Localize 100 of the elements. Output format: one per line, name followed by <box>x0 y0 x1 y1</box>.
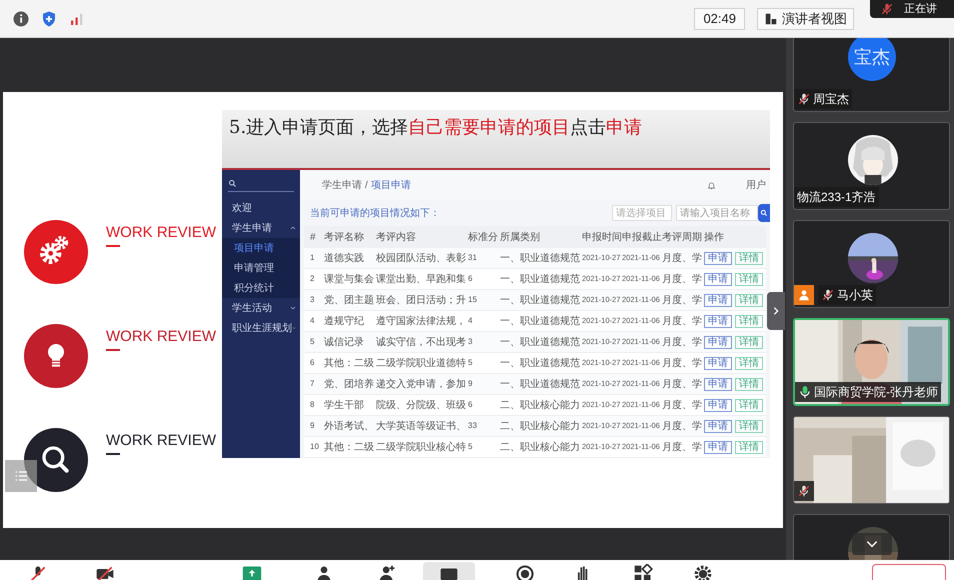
sidebar-item[interactable]: 职业生涯规划 <box>222 318 300 338</box>
table-cell-text: 道德实践 <box>324 252 365 266</box>
search-button[interactable] <box>758 204 770 222</box>
table-cell-text: 3 <box>468 336 474 348</box>
chevron-up-icon <box>290 225 296 231</box>
details-button[interactable]: 详情 <box>735 314 763 328</box>
participant-tile[interactable]: 国际商贸学院-张丹老师 <box>793 318 950 406</box>
column-header: 操作 <box>704 230 725 244</box>
participant-name: 物流233-1齐浩 <box>797 191 876 203</box>
chevron-right-icon <box>771 306 781 316</box>
table-cell-text: 校园团队活动、表彰 <box>376 252 467 266</box>
column-header: 标准分 <box>468 230 499 244</box>
table-cell-text: 院级、分院级、班级 <box>376 398 467 412</box>
apply-button[interactable]: 申请 <box>704 356 732 370</box>
search-icon <box>760 209 768 217</box>
column-header: 考评名称 <box>324 230 365 244</box>
meeting-timer: 02:49 <box>694 8 745 30</box>
apply-button[interactable]: 申请 <box>704 398 732 412</box>
table-cell-text: 月度、学 <box>662 356 703 370</box>
table-cell-text: 班会、团日活动；升 <box>376 294 467 308</box>
item-heading: WORK REVIEW <box>106 224 216 242</box>
slide-menu-button[interactable] <box>5 460 37 492</box>
presenter-view-button[interactable]: 演讲者视图 <box>757 8 854 30</box>
apply-button[interactable]: 申请 <box>704 314 732 328</box>
table-cell-text: 一、职业道德规范 <box>500 336 581 350</box>
participant-tile[interactable]: 宝杰 周宝杰 <box>793 38 950 112</box>
column-header: 申报时间 <box>582 230 622 244</box>
scroll-down-button[interactable] <box>852 533 892 555</box>
table-cell-text: 6 <box>468 273 474 285</box>
table-cell-text: 4 <box>468 315 474 327</box>
list-heading: 当前可申请的项目情况如下： <box>310 206 440 220</box>
search-icon[interactable] <box>228 179 237 188</box>
collapse-panel-handle[interactable] <box>767 292 785 330</box>
details-button[interactable]: 详情 <box>735 420 763 432</box>
apply-button[interactable]: 申请 <box>704 440 732 454</box>
table-cell-text: 月度、学 <box>662 398 703 412</box>
muted-mic-icon[interactable] <box>28 564 48 580</box>
table-cell-text: 月度、学 <box>662 440 703 454</box>
column-header: 申报截止 <box>622 230 662 244</box>
table-cell-text: 课堂与集会 <box>324 272 375 286</box>
participant-tile[interactable]: 物流233-1齐浩 <box>793 122 950 210</box>
breadcrumb-link[interactable]: 学生申请 <box>322 178 362 192</box>
details-button[interactable]: 详情 <box>735 294 763 306</box>
details-button[interactable]: 详情 <box>735 272 763 286</box>
sidebar-item[interactable]: 学生活动 <box>222 298 300 318</box>
details-button[interactable]: 详情 <box>735 440 763 454</box>
info-icon[interactable] <box>12 10 30 28</box>
table-cell-text: 诚信记录 <box>324 336 365 350</box>
table-cell-text: 月度、学 <box>662 314 703 328</box>
table-cell-text: 月度、学 <box>662 272 703 286</box>
table-cell-text: 学生干部 <box>324 398 365 412</box>
record-icon[interactable] <box>515 564 535 580</box>
apply-button[interactable]: 申请 <box>704 252 732 264</box>
table-cell-text: 大学英语等级证书、 <box>376 420 467 434</box>
apply-button[interactable]: 申请 <box>704 294 732 306</box>
table-cell-text: 10 <box>310 441 320 453</box>
details-button[interactable]: 详情 <box>735 336 763 348</box>
table-cell-text: 二级学院职业道德特 <box>376 356 467 370</box>
item-heading: WORK REVIEW <box>106 432 216 450</box>
table-cell-text: 8 <box>310 399 316 411</box>
table-cell-text: 9 <box>310 420 316 432</box>
sidebar-subitem[interactable]: 申请管理 <box>222 258 300 278</box>
details-button[interactable]: 详情 <box>735 378 763 390</box>
security-shield-icon[interactable] <box>40 10 58 28</box>
participant-name: 国际商贸学院-张丹老师 <box>814 386 938 398</box>
apply-button[interactable]: 申请 <box>704 272 732 286</box>
table-cell-text: 月度、学 <box>662 336 703 350</box>
table-cell-text: 外语考试、 <box>324 420 375 434</box>
details-button[interactable]: 详情 <box>735 356 763 370</box>
apply-button[interactable]: 申请 <box>704 336 732 348</box>
details-button[interactable]: 详情 <box>735 398 763 412</box>
table-cell-text: 9 <box>468 378 474 390</box>
user-menu[interactable]: 用户 <box>746 178 766 192</box>
breadcrumb-separator: / <box>365 178 368 192</box>
sidebar-item[interactable]: 学生申请 <box>222 218 300 238</box>
settings-icon[interactable] <box>693 564 713 580</box>
apply-button[interactable]: 申请 <box>704 420 732 432</box>
share-screen-icon[interactable] <box>242 564 262 580</box>
participant-name: 周宝杰 <box>813 93 849 105</box>
table-cell-text: 遵守国家法律法规， <box>376 314 467 328</box>
table-cell-text: 其他：二级 <box>324 356 375 370</box>
participant-tile[interactable]: 马小英 <box>793 220 950 308</box>
person-add-icon[interactable] <box>377 564 397 580</box>
table-cell-text: 月度、学 <box>662 252 703 266</box>
sidebar-subitem[interactable]: 积分统计 <box>222 278 300 298</box>
sidebar-item[interactable]: 欢迎 <box>222 198 300 218</box>
toolbar-button[interactable] <box>423 562 475 580</box>
chevron-down-icon <box>290 305 296 311</box>
breadcrumb-link[interactable]: 项目申请 <box>370 178 411 192</box>
sidebar-subitem[interactable]: 项目申请 <box>222 238 300 258</box>
search-field[interactable]: 请输入项目名称 <box>676 205 758 221</box>
table-cell-text: 一、职业道德规范 <box>500 314 581 328</box>
details-button[interactable]: 详情 <box>735 252 763 264</box>
muted-camera-icon[interactable] <box>95 564 115 580</box>
table-cell-text: 一、职业道德规范 <box>500 378 581 392</box>
column-header: 考评周期 <box>662 230 703 244</box>
bell-icon[interactable] <box>707 180 716 190</box>
layout-icon <box>764 12 778 26</box>
apps-icon[interactable] <box>633 564 653 580</box>
apply-button[interactable]: 申请 <box>704 378 732 390</box>
